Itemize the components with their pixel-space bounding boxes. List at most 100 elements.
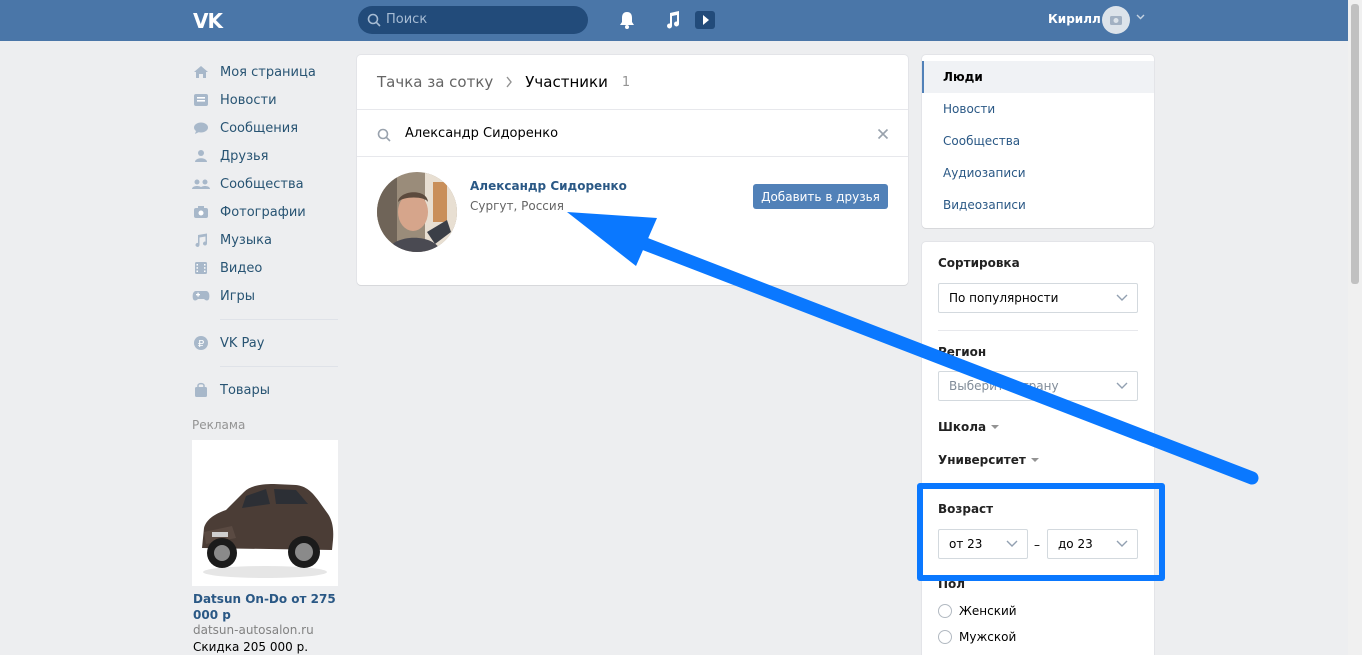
- sidebar-item-label: Товары: [220, 382, 271, 398]
- groups-icon: [192, 176, 210, 192]
- university-filter[interactable]: Университет: [938, 453, 1039, 467]
- caret-down-icon: [991, 425, 1000, 429]
- sidebar-item-music[interactable]: Музыка: [192, 226, 338, 254]
- tab-news[interactable]: Новости: [922, 93, 1154, 125]
- bell-icon[interactable]: [616, 10, 638, 30]
- nav-divider: [220, 319, 338, 320]
- region-select[interactable]: Выберите страну: [938, 371, 1138, 401]
- home-icon: [192, 64, 210, 80]
- scrollbar-thumb[interactable]: [1351, 4, 1359, 284]
- tab-communities[interactable]: Сообщества: [922, 125, 1154, 157]
- person-photo: [377, 172, 457, 252]
- region-label: Регион: [938, 345, 987, 359]
- close-icon[interactable]: [877, 128, 889, 140]
- sidebar-item-label: Фотографии: [220, 204, 306, 220]
- ads-label: Реклама: [192, 418, 246, 432]
- members-card: Тачка за сотку Участники 1 Александр Сид…: [357, 55, 908, 285]
- left-nav: Моя страница Новости Сообщения Друзья Со…: [192, 58, 338, 432]
- sort-label: Сортировка: [938, 256, 1020, 270]
- filters-panel: Сортировка По популярности Регион Выбери…: [922, 242, 1154, 655]
- search-placeholder: Поиск: [386, 12, 428, 27]
- region-placeholder: Выберите страну: [949, 379, 1059, 393]
- gender-female-radio[interactable]: Женский: [938, 604, 1017, 618]
- camera-icon: [192, 204, 210, 220]
- sidebar-item-news[interactable]: Новости: [192, 86, 338, 114]
- sidebar-item-label: VK Pay: [220, 335, 265, 351]
- gender-male-label: Мужской: [959, 630, 1017, 644]
- members-search-input[interactable]: Александр Сидоренко: [405, 126, 558, 141]
- school-filter[interactable]: Школа: [938, 420, 1000, 434]
- messages-icon: [192, 120, 210, 136]
- sidebar-item-groups[interactable]: Сообщества: [192, 170, 338, 198]
- sidebar-item-label: Сообщения: [220, 120, 299, 136]
- search-icon: [377, 128, 391, 142]
- sidebar-item-vkpay[interactable]: ₽ VK Pay: [192, 329, 338, 357]
- header-search-input[interactable]: Поиск: [358, 6, 588, 34]
- music-note-icon[interactable]: [662, 10, 684, 30]
- divider: [357, 156, 908, 157]
- caret-down-icon: [1030, 458, 1039, 462]
- sidebar-item-goods[interactable]: Товары: [192, 376, 338, 404]
- ruble-icon: ₽: [192, 335, 210, 351]
- gender-female-label: Женский: [959, 604, 1017, 618]
- chevron-right-icon: [506, 76, 513, 88]
- car-image: [202, 484, 334, 578]
- school-label: Школа: [938, 420, 987, 434]
- divider: [357, 109, 908, 110]
- ad-price: Скидка 205 000 р.: [193, 640, 309, 654]
- breadcrumb: Тачка за сотку Участники 1: [377, 73, 630, 91]
- sidebar-item-messages[interactable]: Сообщения: [192, 114, 338, 142]
- sidebar-item-video[interactable]: Видео: [192, 254, 338, 282]
- result-avatar[interactable]: [377, 172, 457, 252]
- gender-male-radio[interactable]: Мужской: [938, 630, 1016, 644]
- sidebar-item-label: Моя страница: [220, 64, 316, 80]
- music-icon: [192, 232, 210, 248]
- user-name[interactable]: Кирилл: [1048, 12, 1101, 26]
- chevron-down-icon[interactable]: [1136, 14, 1145, 20]
- ad-image[interactable]: [192, 440, 338, 586]
- ad-title[interactable]: Datsun On-Do от 275 000 р: [193, 591, 338, 623]
- result-location: Сургут, Россия: [470, 199, 564, 213]
- divider: [938, 330, 1138, 331]
- sort-select[interactable]: По популярности: [938, 283, 1138, 313]
- sidebar-item-label: Музыка: [220, 232, 272, 248]
- search-tabs: Люди Новости Сообщества Аудиозаписи Виде…: [922, 55, 1154, 228]
- chevron-down-icon: [1116, 294, 1128, 301]
- sidebar-item-label: Видео: [220, 260, 263, 276]
- vk-logo[interactable]: VK: [193, 9, 227, 33]
- nav-divider: [220, 366, 338, 367]
- user-avatar[interactable]: [1102, 6, 1130, 34]
- ad-domain: datsun-autosalon.ru: [193, 623, 314, 637]
- tab-audio[interactable]: Аудиозаписи: [922, 157, 1154, 189]
- sidebar-item-my-page[interactable]: Моя страница: [192, 58, 338, 86]
- members-count: 1: [621, 74, 631, 90]
- top-header: VK Поиск Кирилл: [0, 0, 1348, 41]
- gamepad-icon: [192, 288, 210, 304]
- radio-circle: [938, 604, 952, 618]
- age-highlight-box: [917, 483, 1165, 581]
- play-icon[interactable]: [694, 10, 716, 30]
- breadcrumb-group-link[interactable]: Тачка за сотку: [377, 73, 493, 91]
- video-icon: [192, 260, 210, 276]
- result-name[interactable]: Александр Сидоренко: [470, 179, 627, 193]
- breadcrumb-current: Участники: [525, 73, 608, 91]
- svg-text:₽: ₽: [198, 339, 205, 350]
- university-label: Университет: [938, 453, 1026, 467]
- sidebar-item-friends[interactable]: Друзья: [192, 142, 338, 170]
- news-icon: [192, 92, 210, 108]
- tab-video[interactable]: Видеозаписи: [922, 189, 1154, 221]
- sidebar-item-label: Новости: [220, 92, 277, 108]
- sidebar-item-label: Друзья: [220, 148, 269, 164]
- search-icon: [367, 13, 381, 27]
- sidebar-item-games[interactable]: Игры: [192, 282, 338, 310]
- scrollbar[interactable]: [1348, 0, 1362, 655]
- shopping-bag-icon: [192, 382, 210, 398]
- add-friend-button[interactable]: Добавить в друзья: [753, 184, 888, 209]
- tab-people[interactable]: Люди: [922, 61, 1154, 93]
- chevron-down-icon: [1116, 382, 1128, 389]
- sort-value: По популярности: [949, 291, 1059, 305]
- radio-circle: [938, 630, 952, 644]
- sidebar-item-photos[interactable]: Фотографии: [192, 198, 338, 226]
- camera-icon: [1110, 16, 1122, 25]
- sidebar-item-label: Игры: [220, 288, 256, 304]
